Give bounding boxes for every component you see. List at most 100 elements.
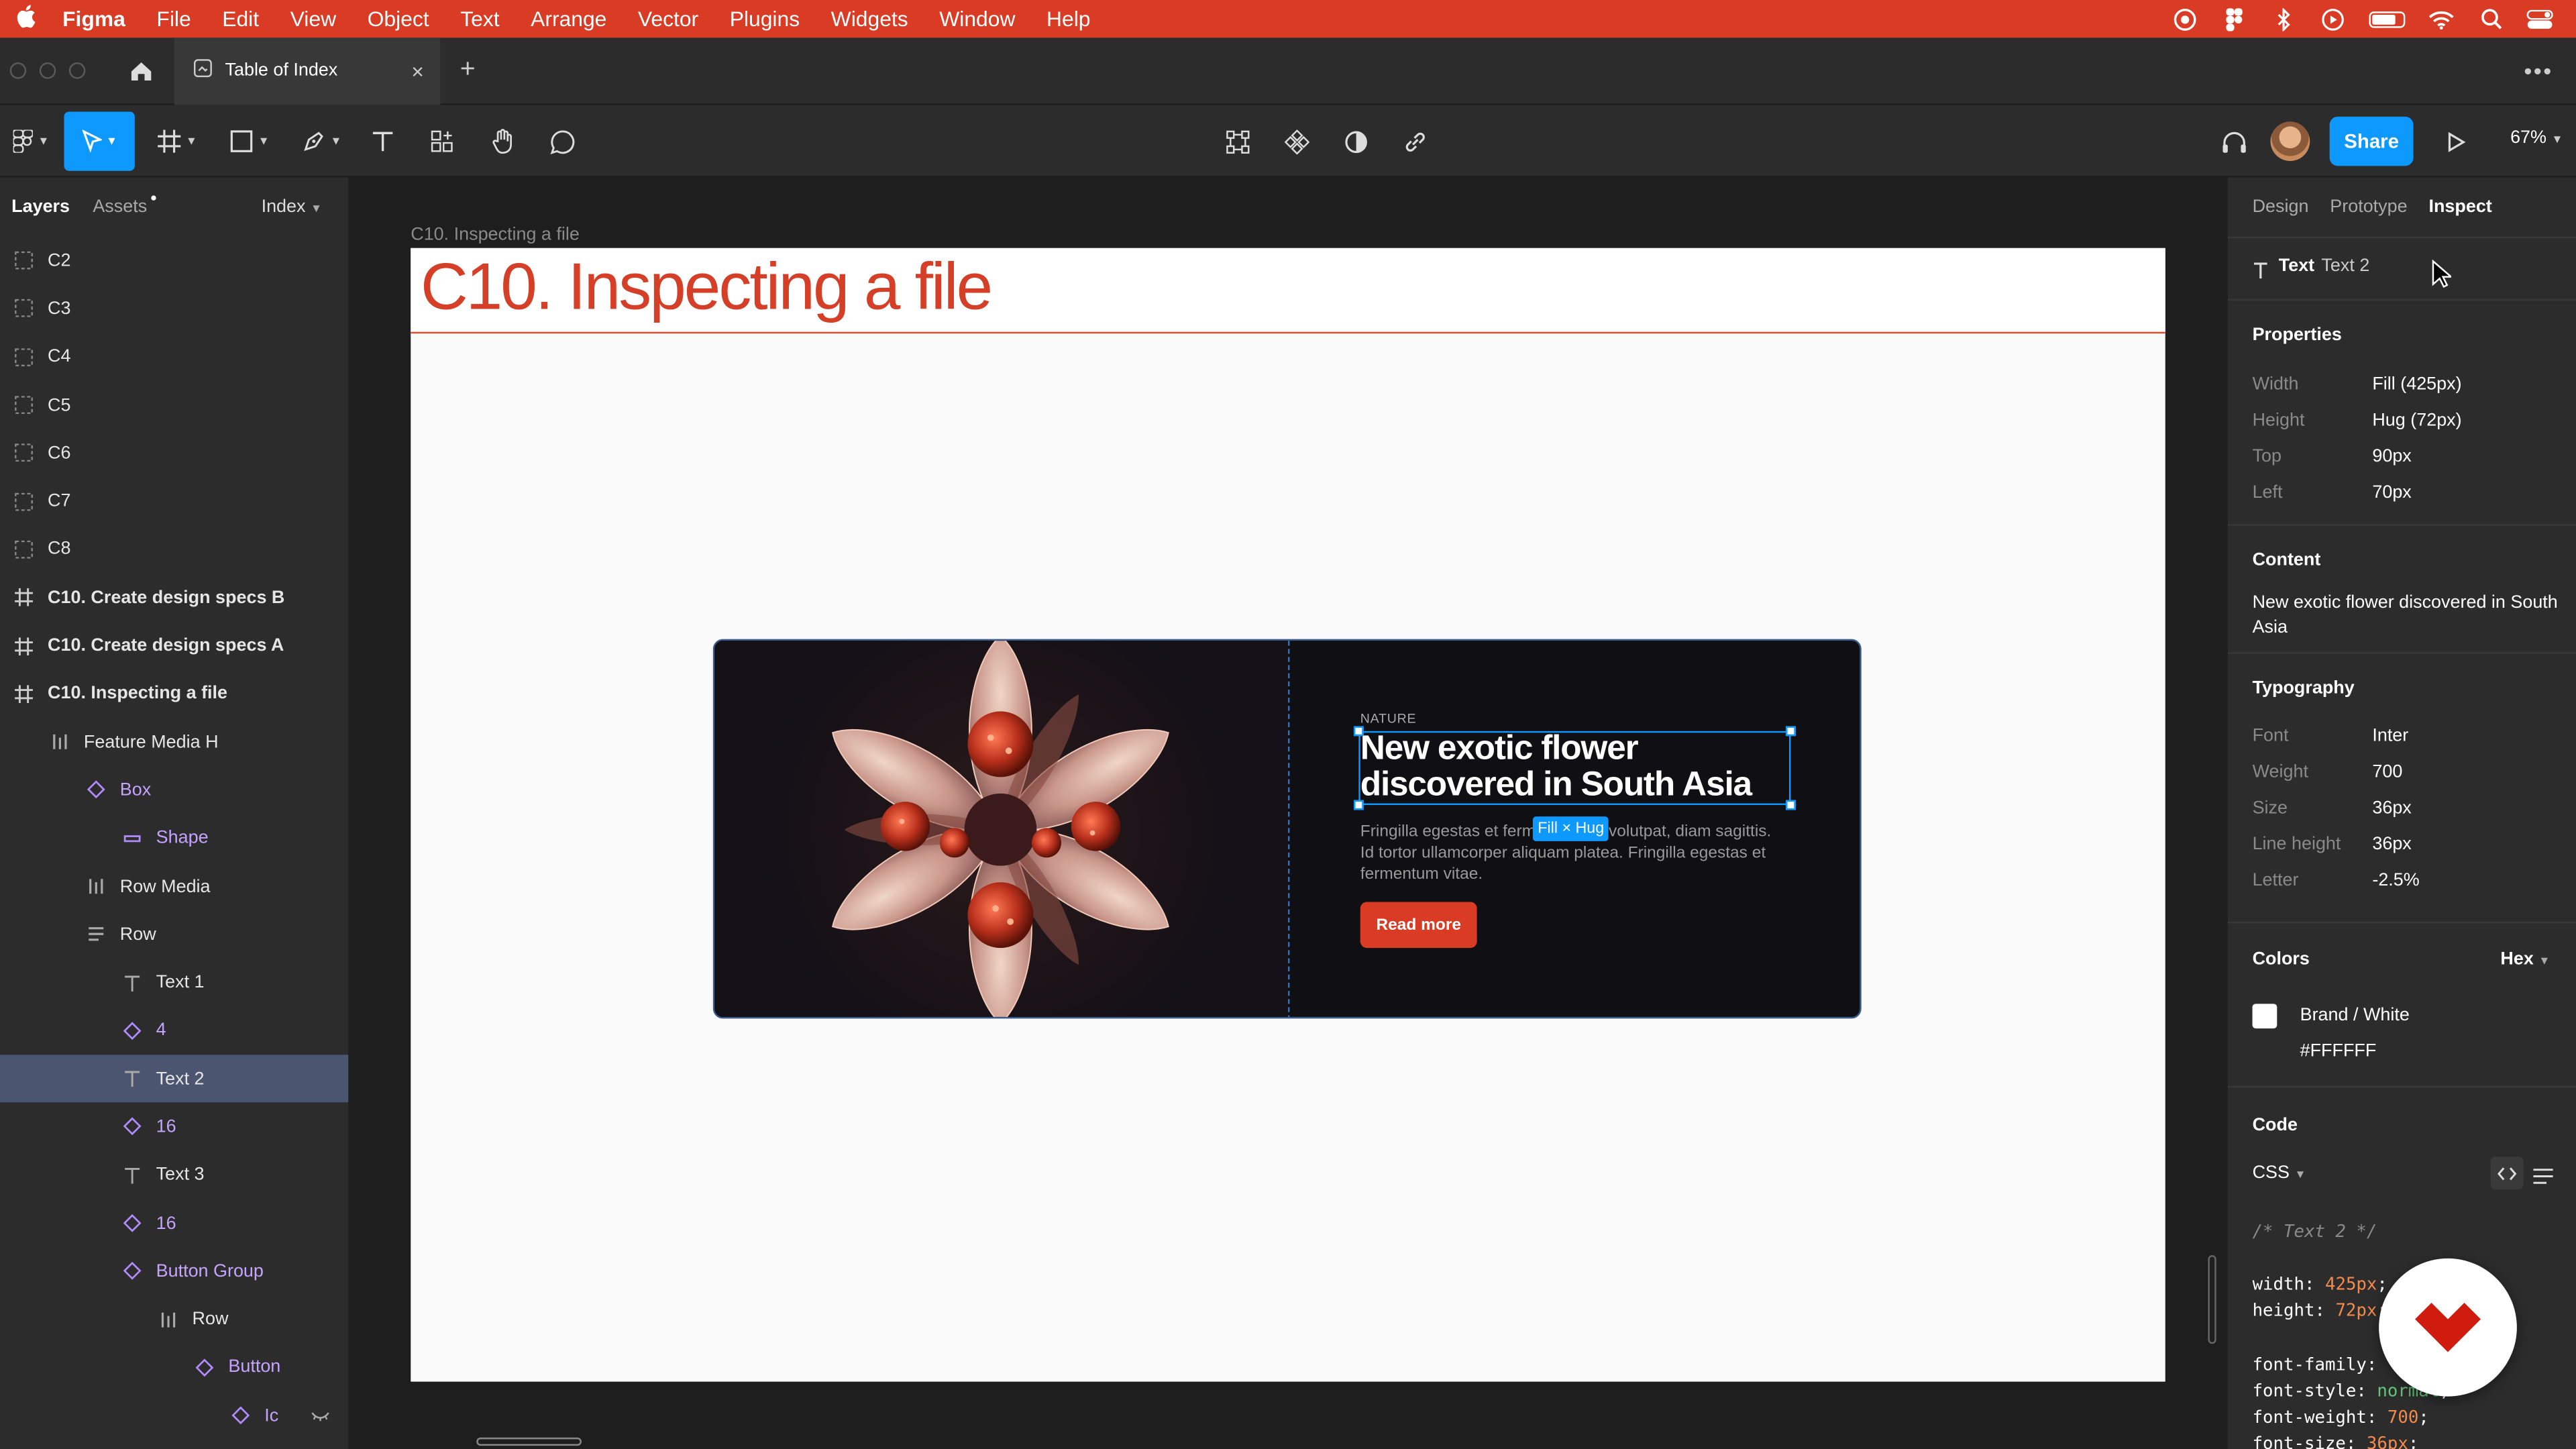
layer-row[interactable]: Box: [0, 766, 348, 814]
layer-row[interactable]: 16: [0, 1199, 348, 1248]
figma-status-icon[interactable]: [2221, 7, 2247, 31]
frame-label[interactable]: C10. Inspecting a file: [411, 225, 580, 245]
feature-media-card[interactable]: NATURE New exotic flower discovered in S…: [712, 639, 1862, 1019]
prop-value[interactable]: -2.5%: [2372, 871, 2419, 890]
battery-icon[interactable]: [2369, 10, 2406, 28]
close-tab-icon[interactable]: ×: [411, 58, 424, 83]
layer-row[interactable]: C5: [0, 381, 348, 429]
tab-layers[interactable]: Layers: [11, 197, 70, 217]
play-circle-icon[interactable]: [2320, 7, 2346, 30]
audio-button[interactable]: [2216, 112, 2253, 171]
layer-row[interactable]: Ic: [0, 1392, 348, 1440]
shape-tool-button[interactable]: ▼: [220, 112, 279, 171]
layer-row[interactable]: Text 1: [0, 959, 348, 1007]
maximize-window-button[interactable]: [68, 62, 86, 79]
code-view-icon[interactable]: [2490, 1157, 2524, 1190]
minimize-window-button[interactable]: [39, 62, 56, 79]
frame-title[interactable]: C10. Inspecting a file: [421, 252, 993, 325]
share-button[interactable]: Share: [2329, 116, 2414, 166]
hidden-eye-icon[interactable]: [311, 1407, 330, 1424]
menu-file[interactable]: File: [156, 7, 191, 32]
color-hex-value[interactable]: #FFFFFF: [2300, 1042, 2377, 1061]
layer-row[interactable]: C3: [0, 284, 348, 333]
card-kicker[interactable]: NATURE: [1360, 711, 1417, 726]
layer-row[interactable]: Text 3: [0, 1151, 348, 1199]
layer-row[interactable]: Row: [0, 910, 348, 959]
layer-row[interactable]: Row: [0, 1295, 348, 1344]
color-format-dropdown[interactable]: Hex ▼: [2500, 950, 2550, 969]
layer-row[interactable]: C2: [0, 237, 348, 285]
layer-row[interactable]: 16: [0, 1103, 348, 1151]
frame-inspecting-a-file[interactable]: C10. Inspecting a file NATURE New exotic…: [411, 248, 2165, 1382]
menu-object[interactable]: Object: [368, 7, 429, 32]
tab-assets[interactable]: Assets: [93, 195, 156, 217]
tab-design[interactable]: Design: [2253, 197, 2309, 217]
menu-edit[interactable]: Edit: [222, 7, 259, 32]
zoom-level[interactable]: 67% ▼: [2510, 128, 2563, 148]
pen-tool-button[interactable]: ▼: [292, 112, 352, 171]
content-text[interactable]: New exotic flower discovered in South As…: [2253, 592, 2561, 641]
component-button[interactable]: [1278, 112, 1314, 171]
main-menu-button[interactable]: ▼: [7, 112, 56, 171]
color-style-name[interactable]: Brand / White: [2300, 1006, 2410, 1025]
comment-tool-button[interactable]: [544, 112, 580, 171]
control-center-icon[interactable]: [2526, 7, 2553, 30]
prop-value[interactable]: Fill (425px): [2372, 374, 2461, 394]
spotlight-search-icon[interactable]: [2477, 7, 2504, 30]
prop-value[interactable]: 700: [2372, 762, 2402, 782]
text-tool-button[interactable]: [365, 112, 401, 171]
tab-inspect[interactable]: Inspect: [2428, 197, 2491, 217]
more-options-icon[interactable]: •••: [2524, 58, 2553, 84]
code-list-icon[interactable]: [2533, 1163, 2553, 1193]
menu-help[interactable]: Help: [1046, 7, 1091, 32]
prop-value[interactable]: 70px: [2372, 483, 2411, 502]
screen-record-icon[interactable]: [2172, 7, 2198, 30]
layer-row[interactable]: C10. Inspecting a file: [0, 669, 348, 718]
page-selector[interactable]: Index ▼: [262, 197, 322, 217]
apple-icon[interactable]: [16, 5, 36, 33]
vertical-scrollbar[interactable]: [2208, 1255, 2216, 1344]
new-tab-icon[interactable]: +: [460, 56, 476, 85]
prop-value[interactable]: 90px: [2372, 447, 2411, 466]
resize-handle-tl[interactable]: [1353, 726, 1364, 737]
menu-widgets[interactable]: Widgets: [831, 7, 908, 32]
close-window-button[interactable]: [9, 62, 27, 79]
layer-row[interactable]: C4: [0, 333, 348, 381]
file-tab[interactable]: Table of Index ×: [174, 37, 441, 105]
menu-window[interactable]: Window: [939, 7, 1015, 32]
layer-row[interactable]: C8: [0, 525, 348, 574]
layer-row[interactable]: C10. Create design specs B: [0, 574, 348, 622]
frame-tool-button[interactable]: ▼: [148, 112, 207, 171]
prop-value[interactable]: Hug (72px): [2372, 411, 2461, 430]
layer-row[interactable]: Shape: [0, 814, 348, 863]
mask-button[interactable]: [1337, 112, 1373, 171]
color-swatch[interactable]: [2252, 1004, 2277, 1029]
wifi-icon[interactable]: [2428, 7, 2455, 30]
layer-row[interactable]: Row Media: [0, 862, 348, 910]
floating-action-button[interactable]: [2379, 1258, 2517, 1397]
prop-value[interactable]: 36px: [2372, 835, 2411, 854]
resize-handle-br[interactable]: [1786, 800, 1796, 810]
menu-figma[interactable]: Figma: [62, 7, 125, 32]
link-button[interactable]: [1397, 112, 1433, 171]
menu-view[interactable]: View: [290, 7, 336, 32]
prop-value[interactable]: 36px: [2372, 798, 2411, 818]
avatar[interactable]: [2270, 121, 2310, 162]
menu-text[interactable]: Text: [460, 7, 499, 32]
layer-row[interactable]: Text 2: [0, 1055, 349, 1104]
present-button[interactable]: [2438, 112, 2474, 171]
move-tool-button[interactable]: ▼: [64, 111, 135, 171]
hand-tool-button[interactable]: [484, 112, 521, 171]
menu-arrange[interactable]: Arrange: [531, 7, 606, 32]
prop-value[interactable]: Inter: [2372, 726, 2408, 745]
horizontal-scrollbar[interactable]: [476, 1437, 582, 1446]
read-more-button[interactable]: Read more: [1360, 902, 1477, 949]
layer-row[interactable]: C10. Create design specs A: [0, 622, 348, 670]
layer-row[interactable]: Feature Media H: [0, 718, 348, 766]
tab-prototype[interactable]: Prototype: [2330, 197, 2407, 217]
layer-row[interactable]: C6: [0, 429, 348, 478]
code-language-dropdown[interactable]: CSS ▼: [2253, 1163, 2306, 1183]
menu-plugins[interactable]: Plugins: [730, 7, 800, 32]
layer-row[interactable]: C7: [0, 477, 348, 525]
layer-row[interactable]: 4: [0, 1007, 348, 1055]
